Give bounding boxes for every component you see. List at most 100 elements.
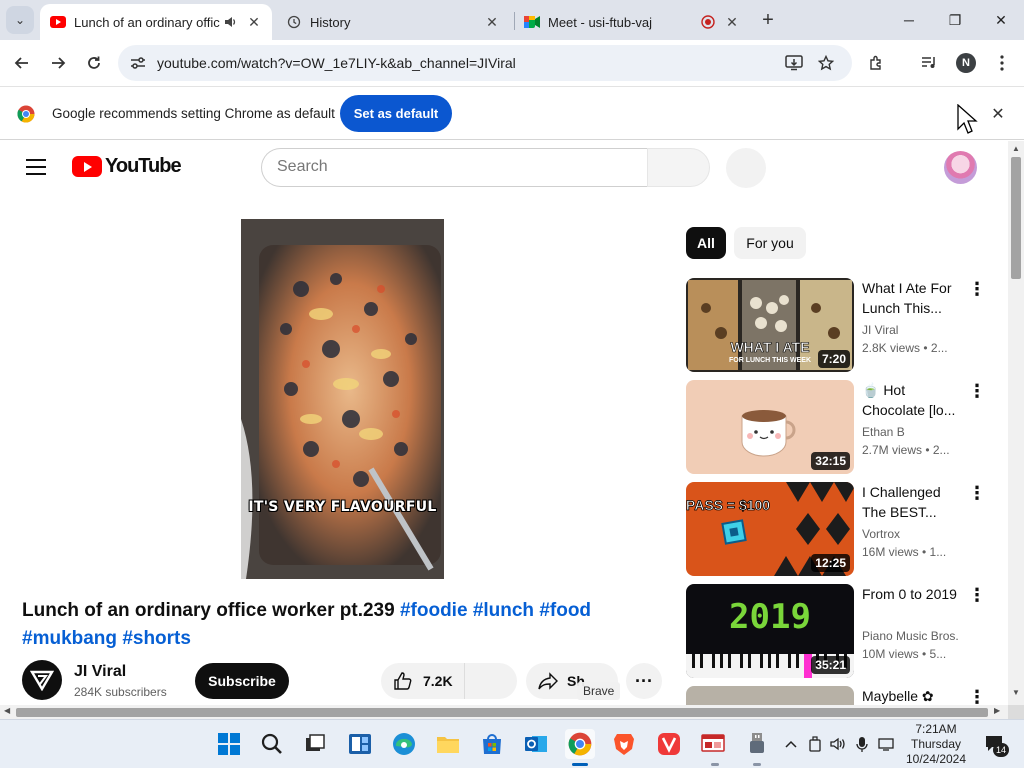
volume-icon[interactable] xyxy=(829,735,847,753)
recommended-channel[interactable]: Ethan B xyxy=(862,425,905,439)
more-options-icon[interactable]: ⋮ xyxy=(968,688,986,705)
channel-name[interactable]: JI Viral xyxy=(74,663,126,681)
new-tab-button[interactable]: + xyxy=(756,8,780,32)
minimize-button[interactable]: ─ xyxy=(886,6,932,34)
video-thumbnail[interactable]: PASS = $100 12:25 xyxy=(686,482,854,576)
chrome-menu-icon[interactable] xyxy=(987,48,1017,78)
recommended-video[interactable]: WHAT I ATE FOR LUNCH THIS WEEK 7:20 What… xyxy=(686,278,986,372)
recommended-views: 2.8K views • 2... xyxy=(862,341,948,355)
edge-button[interactable] xyxy=(389,729,419,759)
video-thumbnail[interactable] xyxy=(686,686,854,705)
scroll-down-icon[interactable]: ▼ xyxy=(1012,688,1020,697)
scroll-left-icon[interactable]: ◀ xyxy=(4,706,10,715)
youtube-logo[interactable]: YouTube xyxy=(72,155,182,178)
recommended-title[interactable]: Maybelle ✿ xyxy=(862,686,960,705)
recommended-title[interactable]: 🍵 Hot Chocolate [lo... xyxy=(862,380,960,420)
vivaldi-button[interactable] xyxy=(654,729,684,759)
user-avatar[interactable] xyxy=(944,151,977,184)
store-button[interactable] xyxy=(477,729,507,759)
close-tab-icon[interactable]: ✕ xyxy=(722,12,742,32)
forward-button[interactable] xyxy=(43,48,73,78)
brave-button[interactable] xyxy=(609,729,639,759)
speaker-icon[interactable] xyxy=(220,12,240,32)
app-button[interactable] xyxy=(742,729,772,759)
recommended-video[interactable]: 32:15 🍵 Hot Chocolate [lo... Ethan B 2.7… xyxy=(686,380,986,474)
search-taskbar-button[interactable] xyxy=(257,729,287,759)
close-tab-icon[interactable]: ✕ xyxy=(244,12,264,32)
horizontal-scrollbar[interactable]: ◀ ▶ xyxy=(0,705,1008,719)
share-arrow-icon xyxy=(538,672,558,690)
notifications-button[interactable]: 14 xyxy=(984,734,1009,757)
reload-button[interactable] xyxy=(79,48,109,78)
tab-search-button[interactable]: ⌄ xyxy=(6,6,34,34)
recommended-video[interactable]: Maybelle ✿ ⋮ xyxy=(686,686,986,705)
close-infobar-icon[interactable]: ✕ xyxy=(988,104,1008,124)
video-thumbnail[interactable]: 32:15 xyxy=(686,380,854,474)
hashtag-link[interactable]: #foodie xyxy=(400,600,468,621)
video-thumbnail[interactable]: 2019 35:21 xyxy=(686,584,854,678)
hashtag-link[interactable]: #shorts xyxy=(122,628,191,649)
recommended-views: 10M views • 5... xyxy=(862,647,947,661)
hashtag-link[interactable]: #lunch xyxy=(473,600,534,621)
scrollbar-thumb[interactable] xyxy=(16,708,988,717)
guide-menu-icon[interactable] xyxy=(26,159,46,175)
channel-avatar[interactable] xyxy=(22,660,62,700)
remote-desktop-button[interactable] xyxy=(698,729,728,759)
chip-for-you[interactable]: For you xyxy=(734,227,806,259)
microphone-icon[interactable] xyxy=(853,735,871,753)
chip-all[interactable]: All xyxy=(686,227,726,259)
close-window-button[interactable]: ✕ xyxy=(978,6,1024,34)
outlook-button[interactable] xyxy=(521,729,551,759)
hashtag-link[interactable]: #food xyxy=(539,600,591,621)
recommended-channel[interactable]: Vortrox xyxy=(862,527,900,541)
subscribe-button[interactable]: Subscribe xyxy=(195,663,289,699)
recommended-channel[interactable]: JI Viral xyxy=(862,323,898,337)
task-view-button[interactable] xyxy=(300,729,330,759)
more-options-icon[interactable]: ⋮ xyxy=(968,586,986,606)
address-bar[interactable]: youtube.com/watch?v=OW_1e7LIY-k&ab_chann… xyxy=(118,45,852,81)
recommended-title[interactable]: From 0 to 2019 xyxy=(862,584,960,604)
more-options-icon[interactable]: ⋮ xyxy=(968,484,986,504)
set-as-default-button[interactable]: Set as default xyxy=(340,95,452,132)
more-options-icon[interactable]: ⋮ xyxy=(968,280,986,300)
recommended-title[interactable]: I Challenged The BEST... xyxy=(862,482,960,522)
recommended-video[interactable]: PASS = $100 12:25 I Challenged The BEST.… xyxy=(686,482,986,576)
extensions-icon[interactable] xyxy=(861,48,891,78)
recommended-title[interactable]: What I Ate For Lunch This... xyxy=(862,278,960,318)
scroll-right-icon[interactable]: ▶ xyxy=(994,706,1000,715)
voice-search-button[interactable] xyxy=(726,148,766,188)
chrome-taskbar-button[interactable] xyxy=(565,729,595,759)
recommended-channel[interactable]: Piano Music Bros. xyxy=(862,629,959,643)
media-controls-icon[interactable] xyxy=(914,48,944,78)
install-app-icon[interactable] xyxy=(779,48,809,78)
video-thumbnail[interactable]: WHAT I ATE FOR LUNCH THIS WEEK 7:20 xyxy=(686,278,854,372)
profile-avatar[interactable]: N xyxy=(956,53,976,73)
recommended-video[interactable]: 2019 35:21 From 0 to 2019 Piano Music Br… xyxy=(686,584,986,678)
more-options-icon[interactable]: ⋮ xyxy=(968,382,986,402)
scrollbar-thumb[interactable] xyxy=(1011,157,1021,279)
device-icon[interactable] xyxy=(806,735,824,753)
tab-history[interactable]: History ✕ xyxy=(276,4,510,40)
scroll-up-icon[interactable]: ▲ xyxy=(1012,144,1020,153)
show-hidden-icons-icon[interactable] xyxy=(782,735,800,753)
back-button[interactable] xyxy=(7,48,37,78)
video-player[interactable]: IT'S VERY FLAVOURFUL xyxy=(241,219,444,579)
restore-button[interactable]: ❐ xyxy=(932,6,978,34)
bookmark-star-icon[interactable] xyxy=(811,48,841,78)
site-info-icon[interactable] xyxy=(128,53,148,73)
system-clock[interactable]: 7:21AM Thursday 10/24/2024 xyxy=(900,722,972,767)
search-button[interactable] xyxy=(647,148,710,187)
scrollbar-corner xyxy=(1008,705,1024,719)
close-tab-icon[interactable]: ✕ xyxy=(482,12,502,32)
hashtag-link[interactable]: #mukbang xyxy=(22,628,117,649)
vertical-scrollbar[interactable]: ▲ ▼ xyxy=(1008,141,1024,705)
like-button[interactable]: 7.2K xyxy=(381,663,465,699)
tab-meet[interactable]: Meet - usi-ftub-vaj ✕ xyxy=(514,4,750,40)
network-icon[interactable] xyxy=(877,735,895,753)
more-actions-button[interactable]: ··· xyxy=(626,663,662,699)
search-input[interactable] xyxy=(277,158,617,176)
file-explorer-button[interactable] xyxy=(433,729,463,759)
start-button[interactable] xyxy=(214,729,244,759)
tab-youtube[interactable]: Lunch of an ordinary office worker pt.23… xyxy=(40,4,272,40)
widgets-button[interactable] xyxy=(345,729,375,759)
